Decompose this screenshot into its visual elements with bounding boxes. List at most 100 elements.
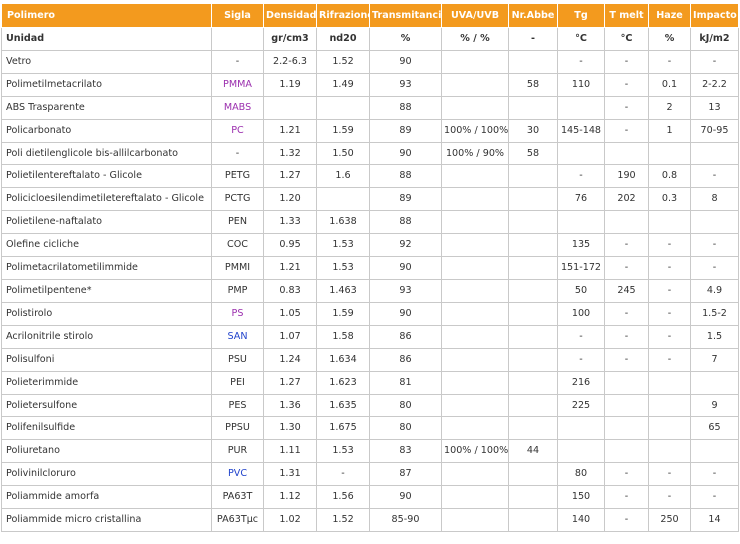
cell-rifrazione: 1.50 [316, 141, 370, 166]
cell-nr-abbe [508, 233, 558, 258]
cell-haze: 2 [648, 95, 691, 120]
cell-transmitancia: 92 [369, 233, 442, 258]
cell-transmitancia: 89 [369, 187, 442, 212]
cell-sigla: PC [211, 118, 264, 143]
cell-uva-uvb [441, 301, 509, 326]
cell-sigla: PA63Tμc [211, 508, 264, 532]
cell-impacto: - [690, 462, 739, 487]
cell-rifrazione: 1.52 [316, 508, 370, 532]
cell-densidad [263, 95, 317, 120]
cell-tg: 50 [557, 278, 605, 303]
table-row: Polimetilpentene* PMP 0.83 1.463 93 50 245-4.9 [1, 278, 739, 303]
cell-nr-abbe [508, 210, 558, 235]
cell-impacto: 65 [690, 416, 739, 441]
cell-densidad: 0.83 [263, 278, 317, 303]
table-row: ABS Trasparente MABS 88 -2 13 [1, 95, 739, 120]
cell-nr-abbe: 44 [508, 439, 558, 464]
table-row: Poliammide amorfa PA63T 1.12 1.56 90 150- - - [1, 485, 739, 510]
cell-sigla: PMP [211, 278, 264, 303]
header-row: Polimero Sigla Densidad Rifrazione Transmita… [1, 3, 739, 28]
cell-impacto: 1.5 [690, 324, 739, 349]
cell-impacto: - [690, 164, 739, 189]
cell-rifrazione [316, 187, 370, 212]
cell-tg [557, 141, 605, 166]
cell-t-melt: 202 [604, 187, 649, 212]
unit-cell-tg: °C [557, 27, 605, 51]
column-header-uva-uvb: UVA/UVB [441, 3, 509, 28]
cell-rifrazione: 1.53 [316, 233, 370, 258]
cell-nr-abbe [508, 256, 558, 280]
cell-rifrazione: 1.52 [316, 49, 370, 74]
cell-nr-abbe [508, 301, 558, 326]
cell-polimero: Poliammide micro cristallina [1, 508, 212, 532]
cell-sigla: SAN [211, 324, 264, 349]
cell-impacto: 13 [690, 95, 739, 120]
cell-tg: - [557, 49, 605, 74]
cell-polimero: Polimetacrilatometilimmide [1, 256, 212, 280]
table-row: Poli dietilenglicole bis-allilcarbonato -… [1, 141, 739, 166]
cell-tg: - [557, 324, 605, 349]
cell-nr-abbe [508, 324, 558, 349]
cell-uva-uvb [441, 278, 509, 303]
cell-haze [648, 210, 691, 235]
table-row: Polifenilsulfide PPSU 1.30 1.675 80 65 [1, 416, 739, 441]
cell-transmitancia: 93 [369, 278, 442, 303]
cell-haze: - [648, 49, 691, 74]
cell-tg: 150 [557, 485, 605, 510]
cell-haze: 250 [648, 508, 691, 532]
cell-uva-uvb [441, 95, 509, 120]
cell-uva-uvb [441, 164, 509, 189]
cell-uva-uvb [441, 187, 509, 212]
cell-tg: 225 [557, 393, 605, 418]
cell-sigla: - [211, 141, 264, 166]
cell-haze [648, 141, 691, 166]
cell-sigla: PVC [211, 462, 264, 487]
cell-transmitancia: 81 [369, 370, 442, 395]
cell-polimero: Poli dietilenglicole bis-allilcarbonato [1, 141, 212, 166]
cell-densidad: 1.07 [263, 324, 317, 349]
cell-nr-abbe: 58 [508, 141, 558, 166]
cell-rifrazione: 1.59 [316, 301, 370, 326]
cell-uva-uvb [441, 393, 509, 418]
cell-sigla: PETG [211, 164, 264, 189]
cell-transmitancia: 80 [369, 393, 442, 418]
cell-sigla: PMMI [211, 256, 264, 280]
cell-tg: 145-148 [557, 118, 605, 143]
cell-haze: 0.8 [648, 164, 691, 189]
cell-sigla: PMMA [211, 72, 264, 97]
cell-tg: 135 [557, 233, 605, 258]
cell-uva-uvb [441, 508, 509, 532]
cell-densidad: 1.27 [263, 164, 317, 189]
cell-polimero: Polieterimmide [1, 370, 212, 395]
cell-densidad: 1.05 [263, 301, 317, 326]
cell-transmitancia: 86 [369, 324, 442, 349]
cell-t-melt [604, 370, 649, 395]
cell-t-melt [604, 210, 649, 235]
cell-tg: 151-172 [557, 256, 605, 280]
cell-uva-uvb: 100% / 100% [441, 118, 509, 143]
column-header-nr-abbe: Nr.Abbe [508, 3, 558, 28]
cell-t-melt: - [604, 49, 649, 74]
cell-rifrazione: 1.623 [316, 370, 370, 395]
unit-cell-t-melt: °C [604, 27, 649, 51]
cell-t-melt: - [604, 462, 649, 487]
cell-transmitancia: 90 [369, 485, 442, 510]
unit-cell-rifrazione: nd20 [316, 27, 370, 51]
cell-t-melt [604, 393, 649, 418]
cell-nr-abbe [508, 49, 558, 74]
unit-cell-transmitancia: % [369, 27, 442, 51]
table-row: Vetro -2.2-6.3 1.52 90- - - - [1, 49, 739, 74]
cell-polimero: Polietilene-naftalato [1, 210, 212, 235]
cell-rifrazione: 1.56 [316, 485, 370, 510]
cell-transmitancia: 88 [369, 164, 442, 189]
cell-polimero: Polistirolo [1, 301, 212, 326]
cell-transmitancia: 89 [369, 118, 442, 143]
table-row: Polietilene-naftalato PEN 1.33 1.638 88 [1, 210, 739, 235]
cell-sigla: PEI [211, 370, 264, 395]
cell-rifrazione: 1.635 [316, 393, 370, 418]
cell-t-melt [604, 439, 649, 464]
unit-cell-sigla [211, 27, 264, 51]
cell-densidad: 1.31 [263, 462, 317, 487]
cell-densidad: 2.2-6.3 [263, 49, 317, 74]
cell-sigla: PA63T [211, 485, 264, 510]
